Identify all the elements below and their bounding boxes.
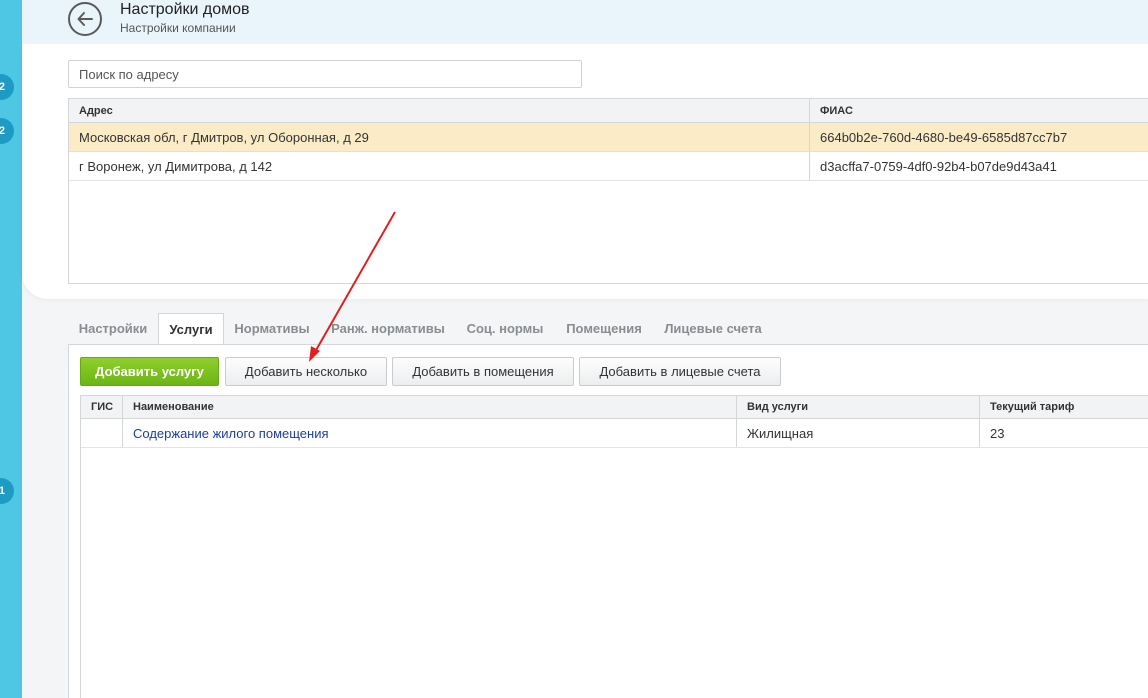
page-header: Настройки домов Настройки компании bbox=[22, 0, 1148, 44]
page-subtitle: Настройки компании bbox=[120, 21, 236, 35]
house-address: г Воронеж, ул Димитрова, д 142 bbox=[69, 152, 810, 180]
column-header-address[interactable]: Адрес bbox=[69, 99, 810, 122]
house-fias: 664b0b2e-760d-4680-be49-6585d87cc7b7 bbox=[820, 129, 1068, 145]
service-gis bbox=[81, 419, 123, 447]
tab-norms[interactable]: Нормативы bbox=[224, 313, 320, 345]
page-title: Настройки домов bbox=[120, 1, 250, 18]
sidebar-badge[interactable]: 1 bbox=[0, 478, 14, 504]
house-address: Московская обл, г Дмитров, ул Оборонная,… bbox=[69, 123, 810, 151]
add-to-rooms-button[interactable]: Добавить в помещения bbox=[392, 357, 574, 386]
sidebar-badge[interactable]: 2 bbox=[0, 118, 14, 144]
services-panel: Добавить услугу Добавить несколько Добав… bbox=[68, 344, 1148, 698]
tab-rooms[interactable]: Помещения bbox=[554, 313, 654, 345]
tab-social-norms[interactable]: Соц. нормы bbox=[456, 313, 554, 345]
column-header-fias[interactable]: ФИАС bbox=[810, 99, 1148, 122]
house-fias: d3acffa7-0759-4df0-92b4-b07de9d43a41 bbox=[820, 158, 1057, 174]
houses-table: Адрес ФИАС Московская обл, г Дмитров, ул… bbox=[68, 98, 1148, 284]
arrow-left-icon bbox=[77, 12, 93, 26]
add-to-accounts-button[interactable]: Добавить в лицевые счета bbox=[579, 357, 781, 386]
table-row[interactable]: Содержание жилого помещения Жилищная 23 bbox=[81, 419, 1148, 448]
add-service-button[interactable]: Добавить услугу bbox=[80, 357, 219, 386]
service-name-cell: Содержание жилого помещения bbox=[123, 419, 737, 447]
address-search-input[interactable] bbox=[68, 60, 582, 88]
tab-services[interactable]: Услуги bbox=[158, 313, 224, 345]
tab-settings[interactable]: Настройки bbox=[68, 313, 158, 345]
houses-card: Адрес ФИАС Московская обл, г Дмитров, ул… bbox=[22, 44, 1148, 299]
service-tariff: 23 bbox=[990, 425, 1005, 441]
back-button[interactable] bbox=[68, 2, 102, 36]
column-header-gis[interactable]: ГИС bbox=[81, 396, 123, 418]
service-type: Жилищная bbox=[737, 419, 980, 447]
left-sidebar-strip: 2 2 1 bbox=[0, 0, 22, 698]
sidebar-badge[interactable]: 2 bbox=[0, 74, 14, 100]
table-row[interactable]: г Воронеж, ул Димитрова, д 142 d3acffa7-… bbox=[69, 152, 1148, 181]
service-name-link[interactable]: Содержание жилого помещения bbox=[133, 426, 329, 441]
column-header-name[interactable]: Наименование bbox=[123, 396, 737, 418]
table-row[interactable]: Московская обл, г Дмитров, ул Оборонная,… bbox=[69, 123, 1148, 152]
column-header-current-tariff[interactable]: Текущий тариф bbox=[980, 396, 1148, 418]
column-header-service-type[interactable]: Вид услуги bbox=[737, 396, 980, 418]
table-header: ГИС Наименование Вид услуги Текущий тари… bbox=[81, 396, 1148, 419]
table-header: Адрес ФИАС bbox=[69, 99, 1148, 123]
tab-ranked-norms[interactable]: Ранж. нормативы bbox=[320, 313, 456, 345]
services-table: ГИС Наименование Вид услуги Текущий тари… bbox=[80, 395, 1148, 698]
tab-personal-accounts[interactable]: Лицевые счета bbox=[654, 313, 772, 345]
add-several-button[interactable]: Добавить несколько bbox=[225, 357, 387, 386]
